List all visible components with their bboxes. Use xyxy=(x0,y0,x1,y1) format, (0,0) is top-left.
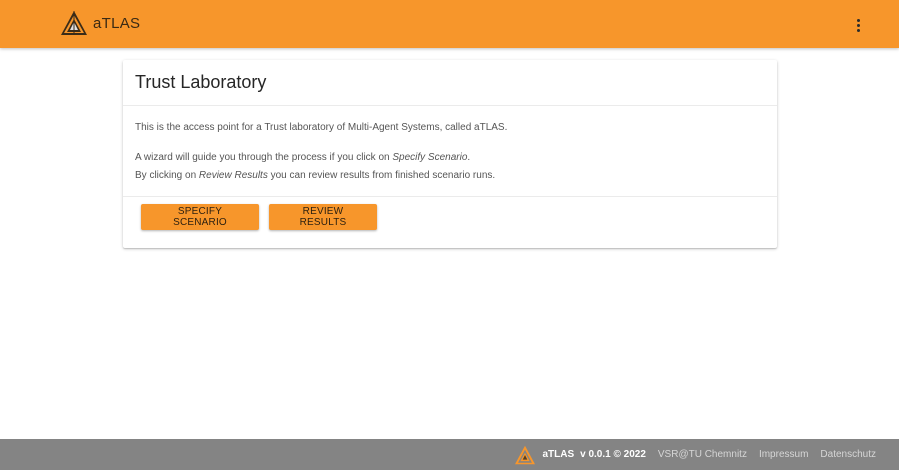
intro-card: Trust Laboratory This is the access poin… xyxy=(123,60,777,248)
footer-link-datenschutz[interactable]: Datenschutz xyxy=(820,449,876,460)
review-text-emphasis: Review Results xyxy=(198,170,268,181)
intro-text: This is the access point for a Trust lab… xyxy=(135,122,508,133)
card-divider-top xyxy=(123,105,777,106)
wizard-text: A wizard will guide you through the proc… xyxy=(135,152,470,163)
review-results-button[interactable]: REVIEW RESULTS xyxy=(269,204,377,230)
more-vertical-icon-dot xyxy=(856,23,860,27)
app-title: aTLAS xyxy=(93,14,141,32)
specify-scenario-button[interactable]: SPECIFY SCENARIO xyxy=(141,204,259,230)
review-text-prefix: By clicking on xyxy=(135,170,199,181)
app-bar: aTLAS xyxy=(0,0,899,48)
more-vertical-icon xyxy=(856,18,860,22)
atlas-footer-logo-icon xyxy=(515,445,536,464)
wizard-text-emphasis: Specify Scenario xyxy=(392,152,468,163)
atlas-logo-icon xyxy=(61,11,87,35)
more-vertical-icon-dot xyxy=(856,28,860,32)
wizard-text-suffix: . xyxy=(467,152,471,163)
more-options-button[interactable] xyxy=(847,14,869,36)
footer-version: v 0.0.1 © 2022 xyxy=(580,449,646,460)
footer-link-impressum[interactable]: Impressum xyxy=(759,449,808,460)
footer-app-name: aTLAS xyxy=(542,449,575,460)
brand-link[interactable]: aTLAS xyxy=(60,10,140,36)
footer-link-vsr[interactable]: VSR@TU Chemnitz xyxy=(658,449,747,460)
review-text: By clicking on Review Results you can re… xyxy=(135,170,495,181)
footer: aTLAS v 0.0.1 © 2022 VSR@TU Chemnitz Imp… xyxy=(0,439,899,470)
review-text-suffix: you can review results from finished sce… xyxy=(267,170,496,181)
card-divider-bottom xyxy=(123,196,777,197)
card-title: Trust Laboratory xyxy=(135,72,267,92)
wizard-text-prefix: A wizard will guide you through the proc… xyxy=(135,152,393,163)
